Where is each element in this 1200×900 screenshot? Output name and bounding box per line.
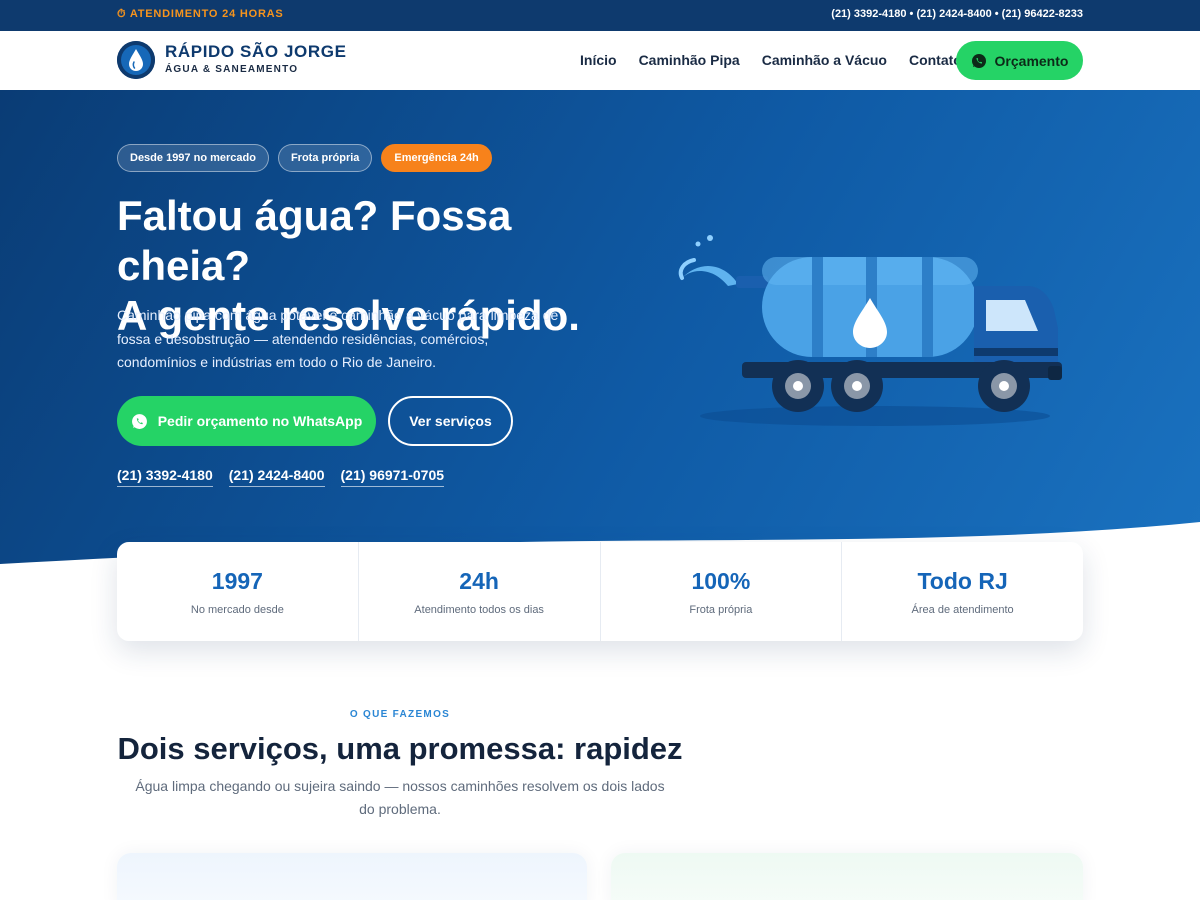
water-drop-logo-icon[interactable] (117, 41, 155, 79)
stat-value: 1997 (211, 567, 263, 594)
attendance-label: ATENDIMENTO 24 HORAS (129, 8, 284, 20)
hero-description: Caminhão pipa com água potável e caminhã… (117, 307, 559, 370)
nav-item-caminhao-vacuo[interactable]: Caminhão a Vácuo (762, 52, 887, 68)
whatsapp-icon (131, 413, 147, 429)
stat-item: 24h Atendimento todos os dias (359, 542, 601, 641)
service-card-vacuum-truck[interactable] (611, 853, 1083, 900)
stat-label: Atendimento todos os dias (414, 603, 544, 616)
orcamento-label: Orçamento (994, 52, 1069, 69)
stat-label: No mercado desde (190, 603, 284, 616)
whatsapp-quote-label: Pedir orçamento no WhatsApp (157, 413, 363, 429)
hero-phone-links: (21) 3392-4180 (21) 2424-8400 (21) 96971… (117, 467, 445, 487)
hero-section: Desde 1997 no mercado Frota própria Emer… (0, 90, 1200, 570)
top-bar: ⏱ ATENDIMENTO 24 HORAS (21) 3392-4180 • … (0, 0, 1200, 31)
attendance-info: ⏱ ATENDIMENTO 24 HORAS (117, 8, 284, 21)
whatsapp-icon (971, 53, 986, 68)
top-phone-numbers[interactable]: (21) 3392-4180 • (21) 2424-8400 • (21) 9… (831, 8, 1083, 20)
section-title: Dois serviços, uma promessa: rapidez (117, 731, 683, 766)
stats-card: 1997 No mercado desde 24h Atendimento to… (117, 542, 1083, 641)
phone-link-3[interactable]: (21) 96971-0705 (340, 467, 445, 487)
stat-value: 100% (691, 567, 751, 594)
whatsapp-quote-button[interactable]: Pedir orçamento no WhatsApp (117, 396, 376, 446)
stat-value: Todo RJ (917, 567, 1008, 594)
badge-own-fleet: Frota própria (277, 144, 373, 172)
service-card-water-truck[interactable] (117, 853, 587, 900)
nav-item-inicio[interactable]: Início (580, 52, 617, 68)
stat-item: 1997 No mercado desde (117, 542, 359, 641)
site-header: RÁPIDO SÃO JORGE ÁGUA & SANEAMENTO Iníci… (0, 31, 1200, 90)
stat-item: Todo RJ Área de atendimento (842, 542, 1083, 641)
hero-title-line-1: Faltou água? Fossa cheia? (117, 192, 512, 289)
brand-subtitle: ÁGUA & SANEAMENTO (165, 64, 299, 75)
stat-value: 24h (459, 567, 499, 594)
stat-label: Área de atendimento (911, 603, 1014, 616)
stat-label: Frota própria (689, 603, 753, 616)
clock-icon: ⏱ (117, 8, 127, 20)
nav-item-caminhao-pipa[interactable]: Caminhão Pipa (639, 52, 740, 68)
orcamento-button[interactable]: Orçamento (956, 41, 1083, 80)
hero-badges: Desde 1997 no mercado Frota própria Emer… (117, 144, 492, 172)
main-nav: Início Caminhão Pipa Caminhão a Vácuo Co… (580, 52, 962, 68)
stat-item: 100% Frota própria (601, 542, 843, 641)
badge-since-1997: Desde 1997 no mercado (117, 144, 269, 172)
section-description: Água limpa chegando ou sujeira saindo — … (135, 778, 665, 817)
see-services-button[interactable]: Ver serviços (388, 396, 513, 446)
phone-link-1[interactable]: (21) 3392-4180 (117, 467, 213, 487)
tanker-truck-illustration (678, 235, 1062, 426)
section-kicker: O QUE FAZEMOS (349, 709, 451, 720)
badge-emergency: Emergência 24h (381, 144, 492, 172)
nav-item-contato[interactable]: Contato (909, 52, 962, 68)
phone-link-2[interactable]: (21) 2424-8400 (228, 467, 325, 487)
brand-name[interactable]: RÁPIDO SÃO JORGE (165, 42, 347, 62)
